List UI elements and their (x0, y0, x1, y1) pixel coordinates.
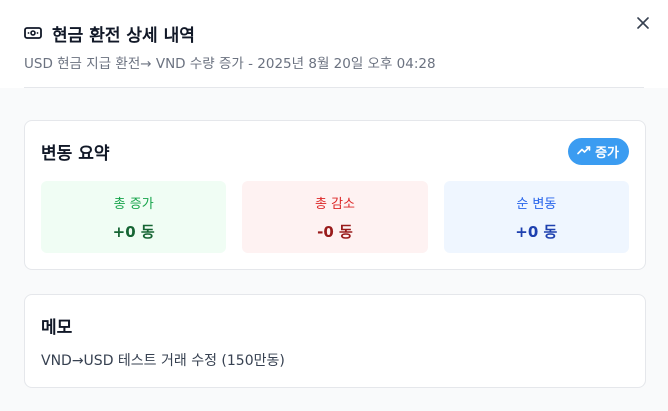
transaction-detail-modal: 현금 환전 상세 내역 USD 현금 지급 환전→ VND 수량 증가 - 20… (0, 0, 668, 411)
stat-label: 총 감소 (314, 196, 355, 212)
stat-total-increase: 총 증가 +0 동 (41, 181, 227, 253)
change-summary-card: 변동 요약 증가 총 증가 +0 동 총 감소 -0 동 순 변동 +0 동 (24, 120, 646, 270)
header-divider (24, 87, 644, 88)
modal-subtitle: USD 현금 지급 환전→ VND 수량 증가 - 2025년 8월 20일 오… (24, 56, 436, 72)
summary-title: 변동 요약 (41, 144, 110, 164)
stat-label: 총 증가 (113, 196, 154, 212)
modal-header: 현금 환전 상세 내역 USD 현금 지급 환전→ VND 수량 증가 - 20… (0, 0, 668, 88)
stat-label: 순 변동 (516, 196, 557, 212)
stat-total-decrease: 총 감소 -0 동 (242, 181, 428, 253)
trending-up-icon (577, 144, 591, 159)
stat-value: -0 동 (317, 222, 353, 241)
modal-title: 현금 환전 상세 내역 (52, 25, 195, 46)
increase-badge: 증가 (568, 138, 629, 165)
memo-card: 메모 VND→USD 테스트 거래 수정 (150만동) (24, 294, 646, 388)
stat-value: +0 동 (112, 222, 155, 241)
memo-title: 메모 (41, 318, 73, 338)
badge-label: 증가 (595, 146, 619, 161)
close-icon (637, 14, 649, 33)
cash-icon (24, 26, 42, 40)
stat-net-change: 순 변동 +0 동 (443, 181, 629, 253)
title-row: 현금 환전 상세 내역 (24, 20, 195, 46)
close-button[interactable] (634, 14, 652, 32)
stats-row: 총 증가 +0 동 총 감소 -0 동 순 변동 +0 동 (41, 181, 629, 253)
memo-text: VND→USD 테스트 거래 수정 (150만동) (41, 353, 285, 369)
stat-value: +0 동 (515, 222, 558, 241)
